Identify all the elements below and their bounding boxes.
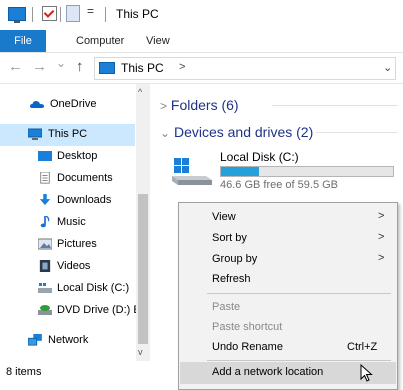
context-item-label: Paste	[212, 301, 241, 313]
sidebar-item-label: Desktop	[57, 150, 98, 162]
group-divider	[272, 105, 398, 106]
tab-computer[interactable]: Computer	[76, 30, 124, 52]
drive-free-space: 46.6 GB free of 59.5 GB	[220, 179, 339, 191]
drive-usage-bar	[220, 166, 394, 177]
sidebar-item-label: Pictures	[57, 238, 97, 250]
drive-usage-fill	[221, 167, 259, 176]
drive-name[interactable]: Local Disk (C:)	[220, 150, 299, 164]
sidebar-item-onedrive[interactable]: OneDrive	[0, 94, 135, 116]
sidebar-scrollbar[interactable]: ^ v	[136, 84, 150, 361]
sidebar-item-label: OneDrive	[50, 98, 97, 110]
sidebar-item-downloads[interactable]: Downloads	[0, 190, 135, 212]
folders-group-header[interactable]: > Folders (6)	[160, 97, 239, 113]
context-item-paste[interactable]: Paste	[180, 297, 396, 319]
recent-locations-button[interactable]: ⌄	[56, 56, 66, 70]
sidebar-item-dvd-drive[interactable]: DVD Drive (D:) E	[0, 300, 141, 322]
devices-group-header[interactable]: ⌄ Devices and drives (2)	[160, 124, 313, 140]
music-icon	[40, 216, 50, 228]
context-item-shortcut: Ctrl+Z	[347, 341, 378, 353]
sidebar-item-network[interactable]: Network	[0, 330, 135, 352]
properties-check-icon[interactable]	[42, 6, 57, 21]
context-separator	[207, 293, 391, 294]
downloads-icon	[39, 194, 51, 206]
navigation-pane: OneDrive This PC Desktop Documents Downl…	[0, 84, 150, 361]
desktop-icon	[38, 151, 52, 161]
pictures-icon	[38, 238, 52, 250]
submenu-arrow-icon: >	[378, 231, 385, 243]
address-bar[interactable]: This PC > ⌄	[94, 57, 396, 80]
context-item-view[interactable]: View >	[180, 207, 396, 229]
drive-icon	[38, 283, 52, 293]
context-item-paste-shortcut[interactable]: Paste shortcut	[180, 317, 396, 339]
chevron-right-icon: >	[160, 99, 168, 113]
chevron-down-icon: ⌄	[160, 126, 171, 140]
computer-icon	[8, 7, 26, 23]
context-separator	[207, 360, 391, 361]
scrollbar-thumb[interactable]	[138, 194, 148, 344]
local-disk-icon[interactable]	[172, 158, 212, 186]
back-button[interactable]: ←	[8, 58, 23, 75]
sidebar-item-this-pc[interactable]: This PC	[0, 124, 135, 146]
title-separator	[105, 7, 106, 22]
forward-button[interactable]: →	[32, 58, 47, 75]
sidebar-item-label: Documents	[57, 172, 113, 184]
address-dropdown-icon[interactable]: ⌄	[383, 61, 392, 74]
sidebar-item-label: DVD Drive (D:) E	[57, 304, 141, 316]
context-item-sort-by[interactable]: Sort by >	[180, 228, 396, 250]
network-icon	[28, 334, 42, 346]
sidebar-item-label: This PC	[48, 128, 88, 140]
context-item-label: Sort by	[212, 232, 247, 244]
context-item-label: Paste shortcut	[212, 321, 283, 333]
sidebar-item-local-disk[interactable]: Local Disk (C:)	[0, 278, 135, 300]
sidebar-item-desktop[interactable]: Desktop	[0, 146, 135, 168]
computer-icon	[28, 128, 42, 140]
sidebar-item-pictures[interactable]: Pictures	[0, 234, 135, 256]
up-button[interactable]: ↑	[76, 58, 84, 75]
mouse-cursor-icon	[360, 364, 373, 382]
submenu-arrow-icon: >	[378, 210, 385, 222]
context-item-group-by[interactable]: Group by >	[180, 249, 396, 271]
sidebar-item-label: Local Disk (C:)	[57, 282, 130, 294]
context-item-label: Add a network location	[212, 366, 324, 378]
breadcrumb-chevron-icon[interactable]: >	[179, 61, 185, 73]
navigation-bar: ← → ⌄ ↑ This PC > ⌄	[0, 53, 403, 84]
title-separator	[32, 7, 33, 22]
context-item-undo-rename[interactable]: Undo Rename Ctrl+Z	[180, 337, 396, 359]
window-title: This PC	[116, 7, 159, 21]
ribbon-tabs: File Computer View	[0, 30, 403, 53]
scroll-down-button[interactable]: v	[138, 347, 143, 357]
group-divider	[316, 132, 398, 133]
title-separator	[60, 7, 61, 22]
scroll-up-button[interactable]: ^	[138, 87, 142, 97]
sidebar-item-music[interactable]: Music	[0, 212, 135, 234]
context-item-label: Refresh	[212, 273, 251, 285]
address-path[interactable]: This PC	[121, 61, 164, 75]
sidebar-item-label: Downloads	[57, 194, 112, 206]
folders-group-label: Folders (6)	[170, 97, 239, 113]
sidebar-item-label: Music	[57, 216, 86, 228]
context-item-label: View	[212, 211, 236, 223]
documents-icon	[40, 172, 50, 184]
quick-access-dropdown[interactable]: =	[87, 4, 94, 18]
sidebar-item-documents[interactable]: Documents	[0, 168, 135, 190]
context-item-refresh[interactable]: Refresh	[180, 269, 396, 291]
status-bar: 8 items	[0, 361, 170, 383]
sidebar-item-label: Videos	[57, 260, 91, 272]
tab-view[interactable]: View	[146, 30, 170, 52]
context-menu: View > Sort by > Group by > Refresh Past…	[178, 202, 398, 390]
new-document-icon[interactable]	[66, 5, 80, 22]
videos-icon	[39, 260, 51, 272]
devices-group-label: Devices and drives (2)	[173, 124, 314, 140]
tab-file[interactable]: File	[0, 30, 46, 52]
title-bar: = This PC	[0, 0, 403, 30]
cloud-icon	[30, 101, 44, 108]
sidebar-item-label: Network	[48, 334, 89, 346]
dvd-drive-icon	[38, 305, 52, 315]
context-item-label: Group by	[212, 253, 258, 265]
item-count: 8 items	[6, 366, 42, 378]
context-item-label: Undo Rename	[212, 341, 283, 353]
computer-icon	[99, 62, 115, 74]
submenu-arrow-icon: >	[378, 252, 385, 264]
sidebar-item-videos[interactable]: Videos	[0, 256, 135, 278]
